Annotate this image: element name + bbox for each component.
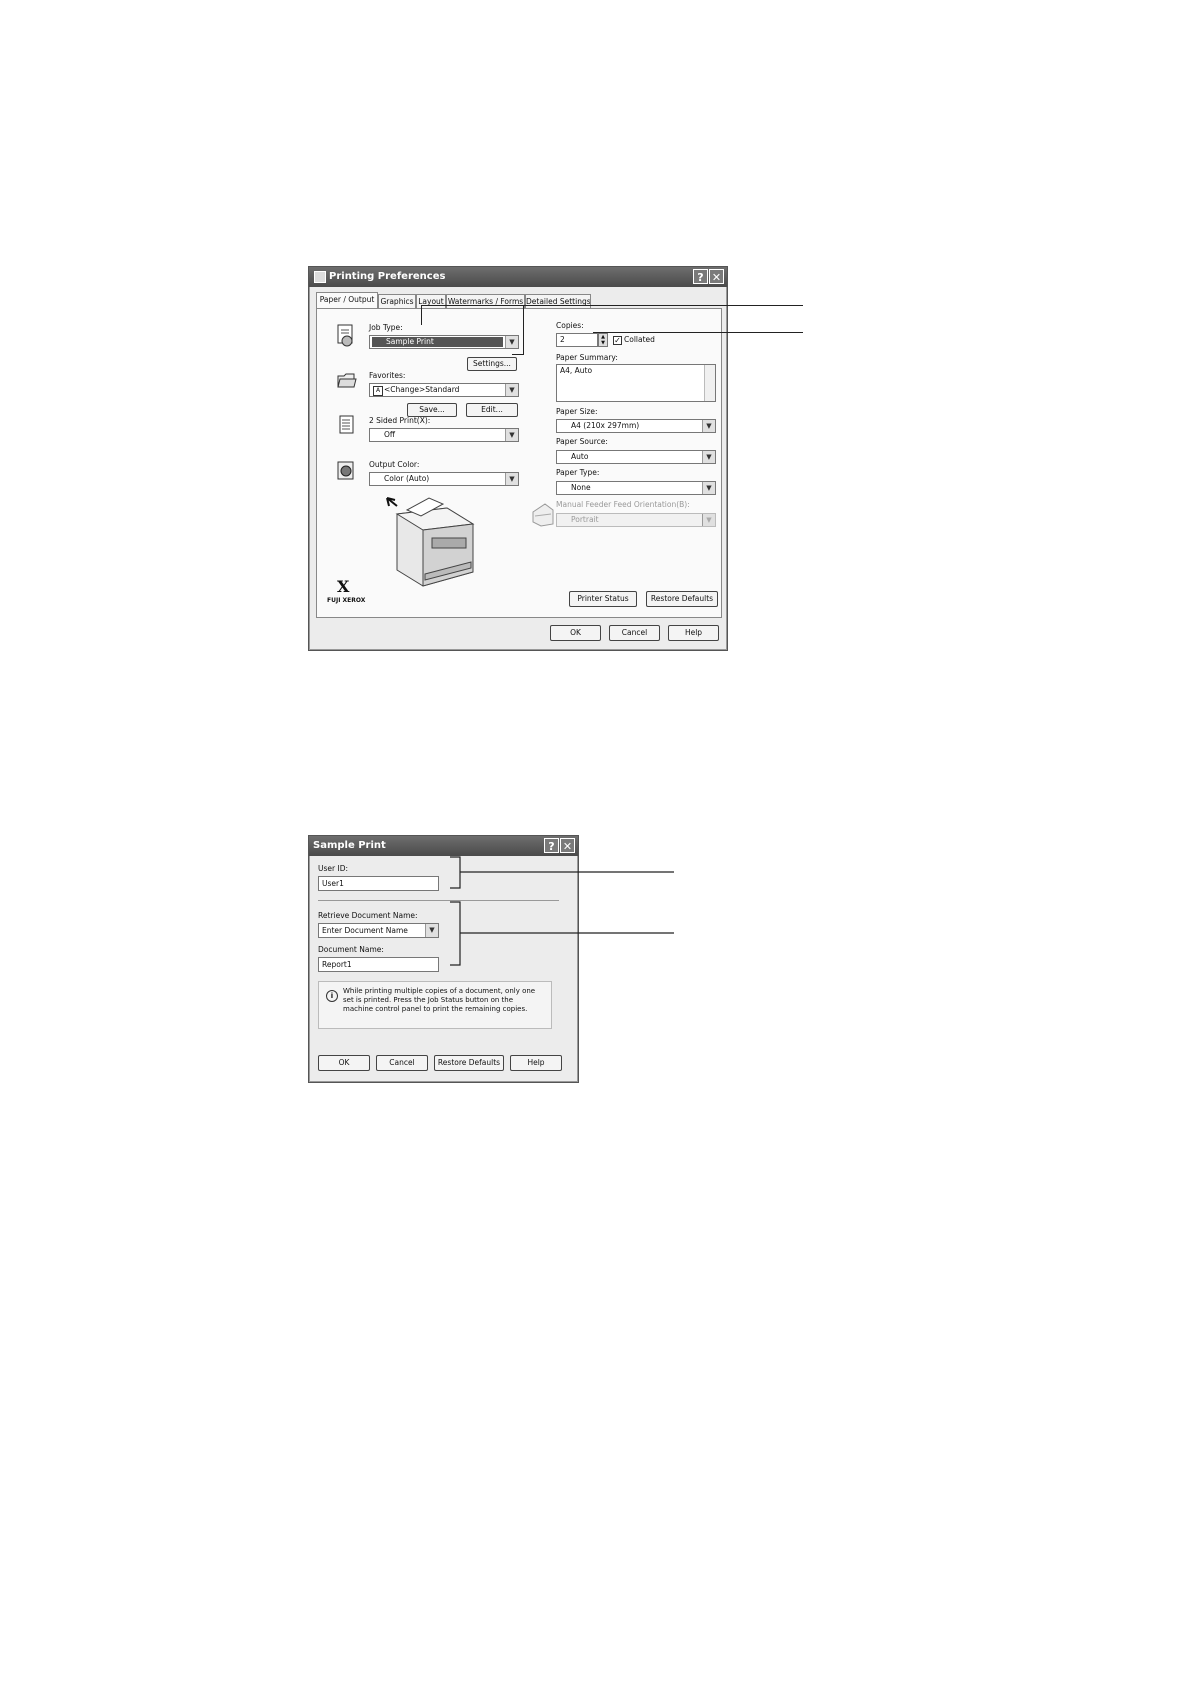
dialog-titlebar: Printing Preferences ? ✕ (309, 267, 727, 287)
printer-illustration (377, 494, 477, 592)
printer-icon (314, 271, 326, 283)
dialog-title: Printing Preferences (329, 271, 446, 282)
two-sided-dropdown[interactable]: Off ▼ (369, 428, 519, 442)
edit-button[interactable]: Edit... (466, 403, 518, 417)
chevron-down-icon: ▼ (702, 451, 715, 463)
callout-brackets (450, 856, 674, 966)
paper-type-dropdown[interactable]: None ▼ (556, 481, 716, 495)
dialog-titlebar: Sample Print ? ✕ (309, 836, 578, 856)
help-button[interactable]: Help (510, 1055, 562, 1071)
close-button[interactable]: ✕ (560, 838, 575, 853)
save-button[interactable]: Save... (407, 403, 457, 417)
favorites-folder-icon (337, 371, 357, 389)
help-title-button[interactable]: ? (693, 269, 708, 284)
printing-preferences-dialog: Printing Preferences ? ✕ Paper / Output … (308, 266, 728, 651)
paper-size-dropdown[interactable]: A4 (210x 297mm) ▼ (556, 419, 716, 433)
paper-source-label: Paper Source: (556, 437, 608, 446)
favorites-label: Favorites: (369, 371, 406, 380)
xerox-logo-mark: X (337, 577, 350, 596)
copies-spinner[interactable]: ▲ ▼ (598, 333, 608, 347)
manual-feed-icon (531, 502, 555, 528)
two-sided-label: 2 Sided Print(X): (369, 416, 431, 425)
paper-summary-label: Paper Summary: (556, 353, 618, 362)
job-type-value: Sample Print (372, 337, 503, 347)
ok-button[interactable]: OK (550, 625, 601, 641)
settings-button[interactable]: Settings... (467, 357, 517, 371)
job-type-dropdown[interactable]: Sample Print ▼ (369, 335, 519, 349)
doc-name-label: Document Name: (318, 945, 384, 954)
callout-line-copies (593, 332, 803, 333)
tab-paper-output[interactable]: Paper / Output (316, 292, 378, 309)
paper-type-label: Paper Type: (556, 468, 600, 477)
help-button[interactable]: Help (668, 625, 719, 641)
printer-status-button[interactable]: Printer Status (569, 591, 637, 607)
callout-line-job-type-h (421, 305, 803, 306)
paper-summary-box: A4, Auto (556, 364, 716, 402)
retrieve-doc-dropdown[interactable]: Enter Document Name ▼ (318, 923, 439, 938)
cancel-button[interactable]: Cancel (376, 1055, 428, 1071)
retrieve-doc-label: Retrieve Document Name: (318, 911, 418, 920)
info-box: i While printing multiple copies of a do… (318, 981, 552, 1029)
restore-defaults-button[interactable]: Restore Defaults (434, 1055, 504, 1071)
collated-checkbox[interactable]: ✓ (613, 336, 622, 345)
paper-size-label: Paper Size: (556, 407, 598, 416)
help-title-button[interactable]: ? (544, 838, 559, 853)
user-id-input[interactable]: User1 (318, 876, 439, 891)
user-id-label: User ID: (318, 864, 348, 873)
chevron-down-icon: ▼ (425, 924, 438, 937)
output-color-dropdown[interactable]: Color (Auto) ▼ (369, 472, 519, 486)
chevron-down-icon: ▼ (505, 336, 518, 348)
copies-label: Copies: (556, 321, 584, 330)
callout-line-job-type (421, 305, 422, 325)
chevron-down-icon: ▼ (505, 384, 518, 396)
copies-input[interactable]: 2 (556, 333, 598, 347)
brand-name: FUJI XEROX (327, 597, 366, 604)
manual-feed-label: Manual Feeder Feed Orientation(B): (556, 500, 690, 509)
info-icon: i (326, 990, 338, 1002)
output-color-icon (337, 461, 357, 481)
job-type-icon (337, 324, 355, 348)
chevron-down-icon: ▼ (505, 429, 518, 441)
chevron-down-icon: ▼ (702, 420, 715, 432)
dialog-title: Sample Print (313, 840, 386, 851)
favorite-badge-icon: A (373, 386, 383, 396)
ok-button[interactable]: OK (318, 1055, 370, 1071)
tab-graphics[interactable]: Graphics (378, 294, 416, 308)
collated-label: Collated (624, 335, 655, 344)
doc-name-input[interactable]: Report1 (318, 957, 439, 972)
output-color-label: Output Color: (369, 460, 420, 469)
summary-scrollbar[interactable] (704, 365, 715, 401)
chevron-down-icon: ▼ (505, 473, 518, 485)
chevron-down-icon: ▼ (702, 514, 715, 526)
two-sided-icon (339, 415, 355, 435)
restore-defaults-button[interactable]: Restore Defaults (646, 591, 718, 607)
chevron-down-icon: ▼ (702, 482, 715, 494)
favorites-dropdown[interactable]: A <Change>Standard ▼ (369, 383, 519, 397)
info-text: While printing multiple copies of a docu… (343, 987, 536, 1013)
paper-source-dropdown[interactable]: Auto ▼ (556, 450, 716, 464)
job-type-label: Job Type: (369, 323, 403, 332)
callout-line-settings (523, 305, 524, 354)
manual-feed-dropdown[interactable]: Portrait ▼ (556, 513, 716, 527)
close-button[interactable]: ✕ (709, 269, 724, 284)
cancel-button[interactable]: Cancel (609, 625, 660, 641)
callout-line-settings-h (512, 354, 524, 355)
